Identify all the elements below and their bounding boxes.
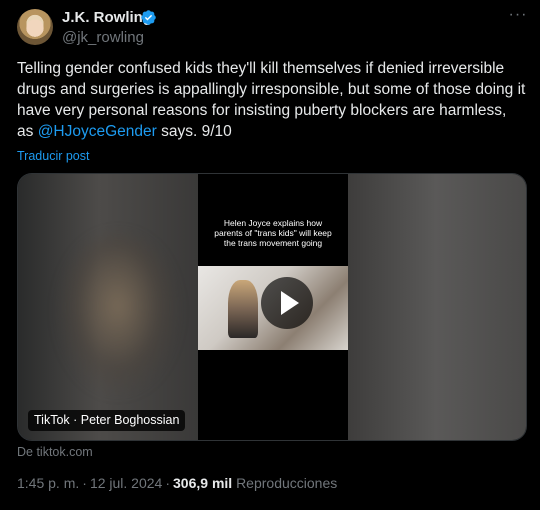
- translate-post-link[interactable]: Traducir post: [17, 149, 89, 163]
- video-blur-left: [18, 174, 198, 440]
- author-handle[interactable]: @jk_rowling: [62, 29, 144, 46]
- tweet-date[interactable]: 12 jul. 2024: [90, 475, 162, 491]
- meta-separator: ·: [82, 475, 87, 491]
- play-icon: [281, 291, 299, 315]
- tweet-meta: 1:45 p. m. · 12 jul. 2024 · 306,9 mil Reprod…: [17, 475, 337, 491]
- media-domain[interactable]: De tiktok.com: [17, 445, 93, 459]
- views-count: 306,9 mil: [173, 475, 233, 491]
- meta-separator-2: ·: [165, 475, 171, 491]
- tweet: J.K. Rowling @jk_rowling ··· Telling gen…: [0, 0, 540, 510]
- tweet-text-after-mention: says. 9/10: [156, 123, 232, 140]
- avatar[interactable]: [17, 9, 53, 45]
- video-media-card[interactable]: Helen Joyce explains how parents of "tra…: [17, 173, 527, 441]
- tweet-time[interactable]: 1:45 p. m.: [17, 475, 79, 491]
- views-label: Reproducciones: [236, 475, 338, 491]
- play-button[interactable]: [261, 277, 313, 329]
- video-source-badge: TikTok · Peter Boghossian: [28, 410, 186, 431]
- video-blur-right: [346, 174, 526, 440]
- author-display-name[interactable]: J.K. Rowling: [62, 9, 152, 26]
- verified-badge-icon: [141, 10, 156, 25]
- more-options-icon[interactable]: ···: [508, 7, 528, 27]
- tweet-text: Telling gender confused kids they'll kil…: [17, 58, 527, 142]
- video-overlay-text: Helen Joyce explains how parents of "tra…: [214, 218, 332, 248]
- mention-link[interactable]: @HJoyceGender: [38, 123, 157, 140]
